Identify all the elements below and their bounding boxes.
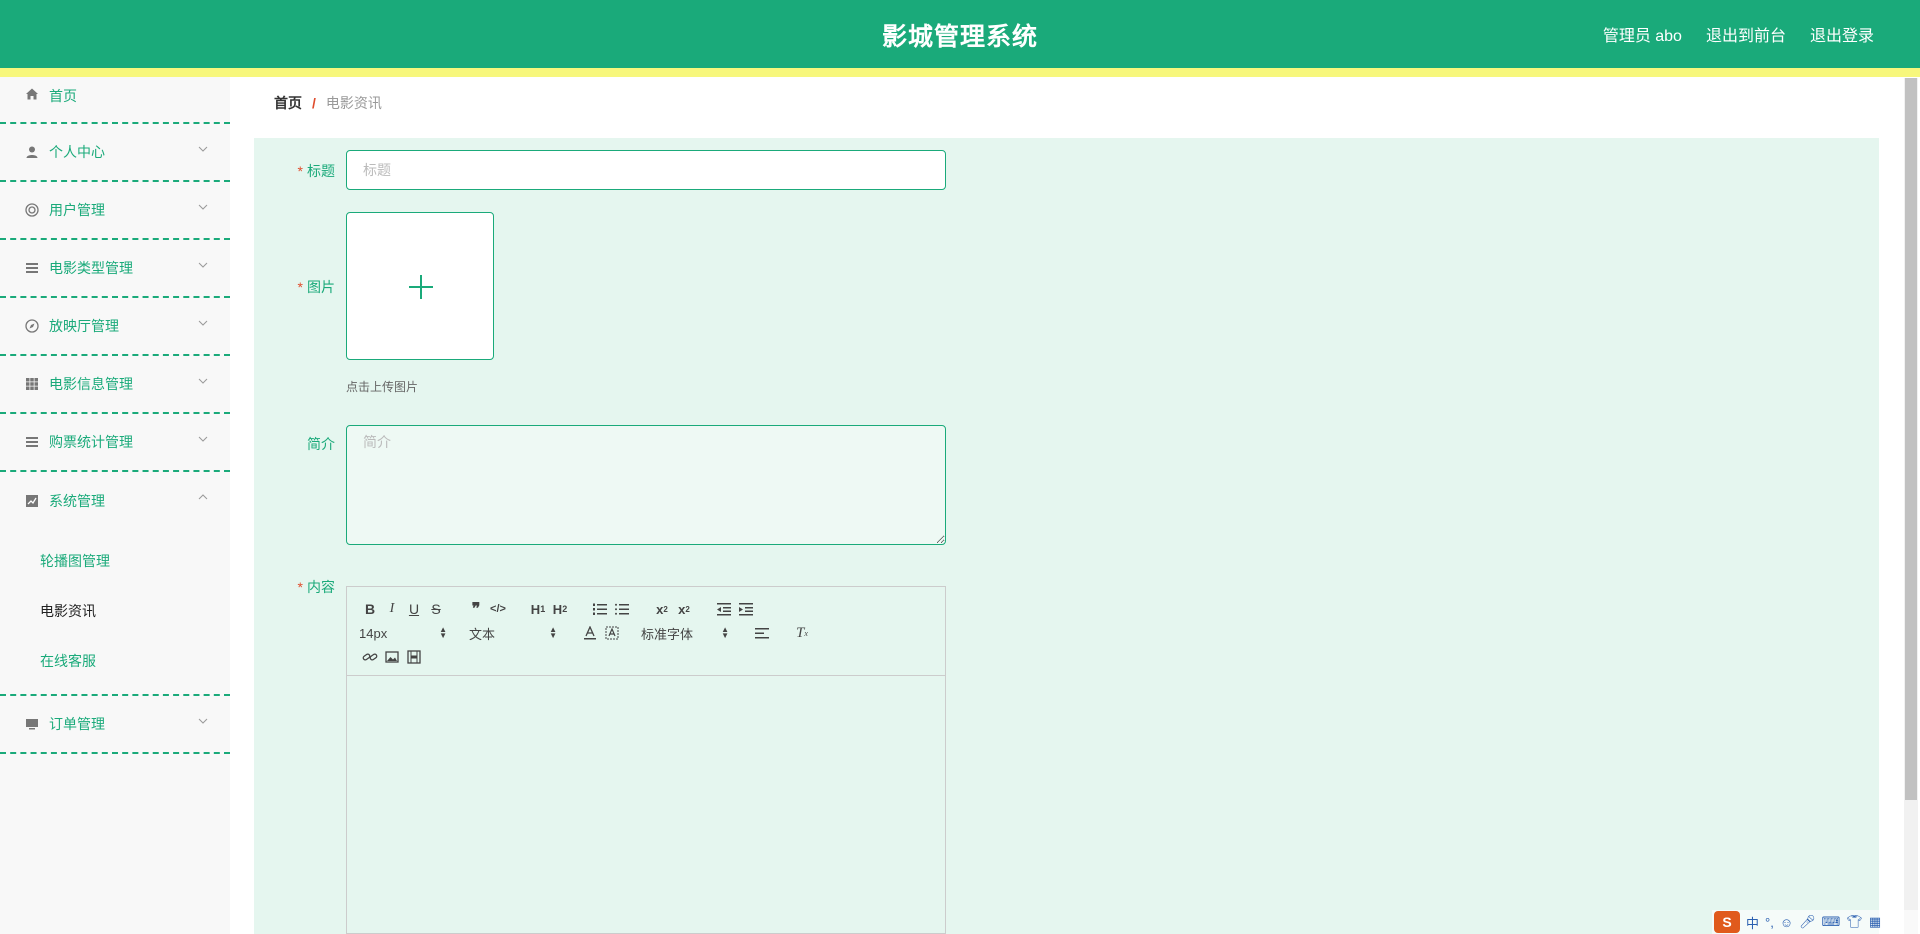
intro-label: 简介 (307, 436, 335, 452)
skin-icon[interactable]: 👕︎ (1846, 914, 1863, 930)
sidebar-item-ticket-stats-management[interactable]: 购票统计管理 (0, 414, 230, 472)
editor-toolbar: B I U S ❞ </> H1 H2 x2 x2 14px ▲ ▼ 文本 ▲ … (347, 587, 945, 676)
sidebar-item-user-management[interactable]: 用户管理 (0, 182, 230, 240)
editor-content-area[interactable] (347, 676, 945, 934)
select-arrows-icon: ▲ ▼ (721, 625, 729, 640)
breadcrumb-current: 电影资讯 (325, 94, 382, 111)
indent-icon[interactable] (735, 598, 757, 620)
intro-textarea[interactable] (346, 425, 946, 545)
breadcrumb-separator: / (312, 94, 316, 111)
sidebar-item-movie-type-management[interactable]: 电影类型管理 (0, 240, 230, 298)
sidebar: 首页 个人中心 用户管理 电影类型管理 放映厅管理 电影信息管理 购票统计管理 … (0, 77, 230, 934)
toolbox-icon[interactable]: ▦ (1869, 914, 1881, 930)
top-bar: 影城管理系统 管理员 abo 退出到前台 退出登录 (0, 0, 1920, 68)
grid-icon (24, 376, 40, 392)
subscript-button[interactable]: x2 (651, 598, 673, 620)
microphone-icon[interactable]: 🎤︎ (1799, 914, 1816, 930)
ime-punctuation[interactable]: °, (1765, 915, 1774, 930)
admin-label[interactable]: 管理员 abo (1603, 22, 1682, 46)
bullet-list-icon[interactable] (611, 598, 633, 620)
list-icon (24, 434, 40, 450)
sidebar-item-label: 电影类型管理 (49, 260, 133, 276)
emoji-icon[interactable]: ☺ (1780, 915, 1793, 930)
sidebar-item-label: 系统管理 (49, 493, 105, 509)
sidebar-item-home[interactable]: 首页 (0, 77, 230, 124)
font-family-select[interactable]: 标准字体 ▲ ▼ (641, 624, 733, 643)
chevron-down-icon (198, 718, 208, 724)
font-color-icon[interactable] (579, 622, 601, 644)
title-input[interactable] (346, 150, 946, 190)
ordered-list-icon[interactable] (589, 598, 611, 620)
chevron-down-icon (198, 146, 208, 152)
chevron-up-icon (198, 494, 208, 500)
underline-button[interactable]: U (403, 598, 425, 620)
sidebar-item-movie-info-management[interactable]: 电影信息管理 (0, 356, 230, 414)
outdent-icon[interactable] (713, 598, 735, 620)
chevron-down-icon (198, 378, 208, 384)
rich-text-editor: B I U S ❞ </> H1 H2 x2 x2 14px ▲ ▼ 文本 ▲ … (346, 586, 946, 934)
sidebar-item-label: 订单管理 (49, 716, 105, 732)
sidebar-subitem-online-service[interactable]: 在线客服 (0, 636, 230, 686)
sidebar-item-label: 放映厅管理 (49, 318, 119, 334)
chevron-down-icon (198, 204, 208, 210)
chevron-down-icon (198, 320, 208, 326)
sidebar-item-hall-management[interactable]: 放映厅管理 (0, 298, 230, 356)
superscript-button[interactable]: x2 (673, 598, 695, 620)
exit-front-link[interactable]: 退出到前台 (1706, 22, 1786, 46)
page-scrollbar-thumb[interactable] (1905, 78, 1917, 800)
blockquote-icon[interactable]: ❞ (465, 598, 487, 620)
chart-icon (24, 493, 40, 509)
header-select[interactable]: 文本 ▲ ▼ (469, 624, 561, 643)
logout-link[interactable]: 退出登录 (1810, 22, 1874, 46)
user-icon (24, 144, 40, 160)
ime-mode[interactable]: 中 (1746, 913, 1759, 932)
sidebar-item-label: 购票统计管理 (49, 434, 133, 450)
upload-hint: 点击上传图片 (346, 380, 419, 394)
ime-status-bar: S 中 °, ☺ 🎤︎ ⌨ 👕︎ ▦ (1712, 910, 1920, 934)
sidebar-item-label: 用户管理 (49, 202, 105, 218)
chevron-down-icon (198, 436, 208, 442)
sidebar-item-personal-center[interactable]: 个人中心 (0, 124, 230, 182)
select-arrows-icon: ▲ ▼ (549, 625, 557, 640)
system-submenu: 轮播图管理 电影资讯 在线客服 (0, 530, 230, 696)
content-label: * 内容 (297, 579, 335, 595)
header-accent-strip (0, 68, 1920, 77)
link-icon[interactable] (359, 646, 381, 668)
sidebar-item-label: 电影信息管理 (49, 376, 133, 392)
bold-button[interactable]: B (359, 598, 381, 620)
align-icon[interactable] (751, 622, 773, 644)
lifebuoy-icon (24, 202, 40, 218)
monitor-icon (24, 716, 40, 732)
list-icon (24, 260, 40, 276)
video-icon[interactable] (403, 646, 425, 668)
code-block-icon[interactable]: </> (487, 598, 509, 620)
breadcrumb: 首页 / 电影资讯 (254, 78, 1879, 127)
home-icon (24, 86, 40, 102)
title-label: * 标题 (297, 163, 335, 179)
strike-button[interactable]: S (425, 598, 447, 620)
sidebar-item-label: 首页 (49, 88, 77, 104)
select-arrows-icon: ▲ ▼ (439, 625, 447, 640)
chevron-down-icon (198, 262, 208, 268)
keyboard-icon[interactable]: ⌨ (1822, 914, 1841, 930)
sidebar-subitem-movie-news[interactable]: 电影资讯 (0, 586, 230, 636)
image-label: * 图片 (297, 279, 335, 295)
background-color-icon[interactable] (601, 622, 623, 644)
compass-icon (24, 318, 40, 334)
sidebar-item-label: 个人中心 (49, 144, 105, 160)
breadcrumb-home[interactable]: 首页 (274, 93, 302, 113)
header-links: 管理员 abo 退出到前台 退出登录 (1603, 22, 1874, 46)
sidebar-subitem-carousel[interactable]: 轮播图管理 (0, 536, 230, 586)
clear-format-icon[interactable]: Tx (791, 622, 813, 644)
sogou-logo[interactable]: S (1714, 911, 1740, 933)
font-size-select[interactable]: 14px ▲ ▼ (359, 626, 451, 641)
header1-button[interactable]: H1 (527, 598, 549, 620)
image-upload-button[interactable] (346, 212, 494, 360)
header2-button[interactable]: H2 (549, 598, 571, 620)
sidebar-item-order-management[interactable]: 订单管理 (0, 696, 230, 754)
italic-button[interactable]: I (381, 598, 403, 620)
sidebar-item-system-management[interactable]: 系统管理 (0, 472, 230, 530)
image-icon[interactable] (381, 646, 403, 668)
